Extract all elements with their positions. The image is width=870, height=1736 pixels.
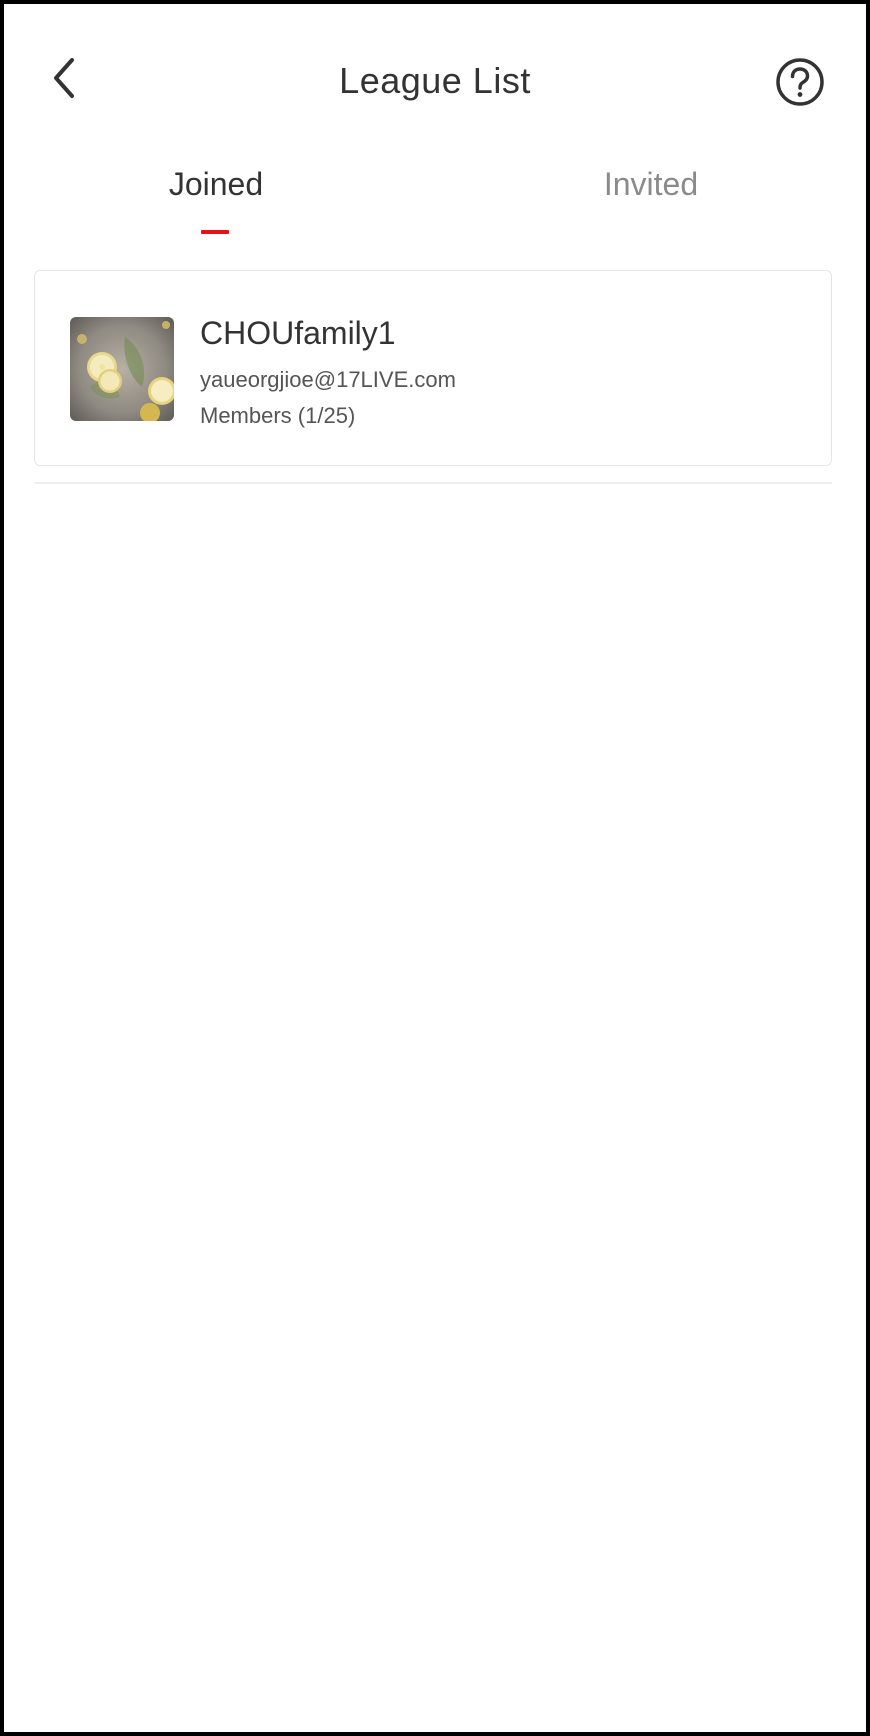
league-card[interactable]: CHOUfamily1 yaueorgjioe@17LIVE.com Membe… xyxy=(34,270,832,466)
league-name: CHOUfamily1 xyxy=(200,315,396,351)
tab-bar: Joined Invited xyxy=(4,154,866,244)
tab-invited-label: Invited xyxy=(603,166,699,202)
help-button[interactable] xyxy=(774,56,826,108)
league-avatar xyxy=(70,317,174,421)
app-screen: League List Joined Invited CHOUfamily1 y… xyxy=(4,4,866,1732)
active-tab-indicator xyxy=(201,230,229,234)
header: League List xyxy=(4,4,866,154)
question-circle-icon xyxy=(776,58,824,106)
list-divider xyxy=(34,482,832,484)
league-email: yaueorgjioe@17LIVE.com xyxy=(200,367,456,392)
tab-joined-label: Joined xyxy=(168,166,264,202)
lemon-photo-avatar xyxy=(70,317,174,421)
tab-joined[interactable]: Joined xyxy=(66,154,366,244)
page-title: League List xyxy=(339,60,531,101)
tab-invited[interactable]: Invited xyxy=(501,154,801,244)
league-members-count: Members (1/25) xyxy=(200,403,356,428)
